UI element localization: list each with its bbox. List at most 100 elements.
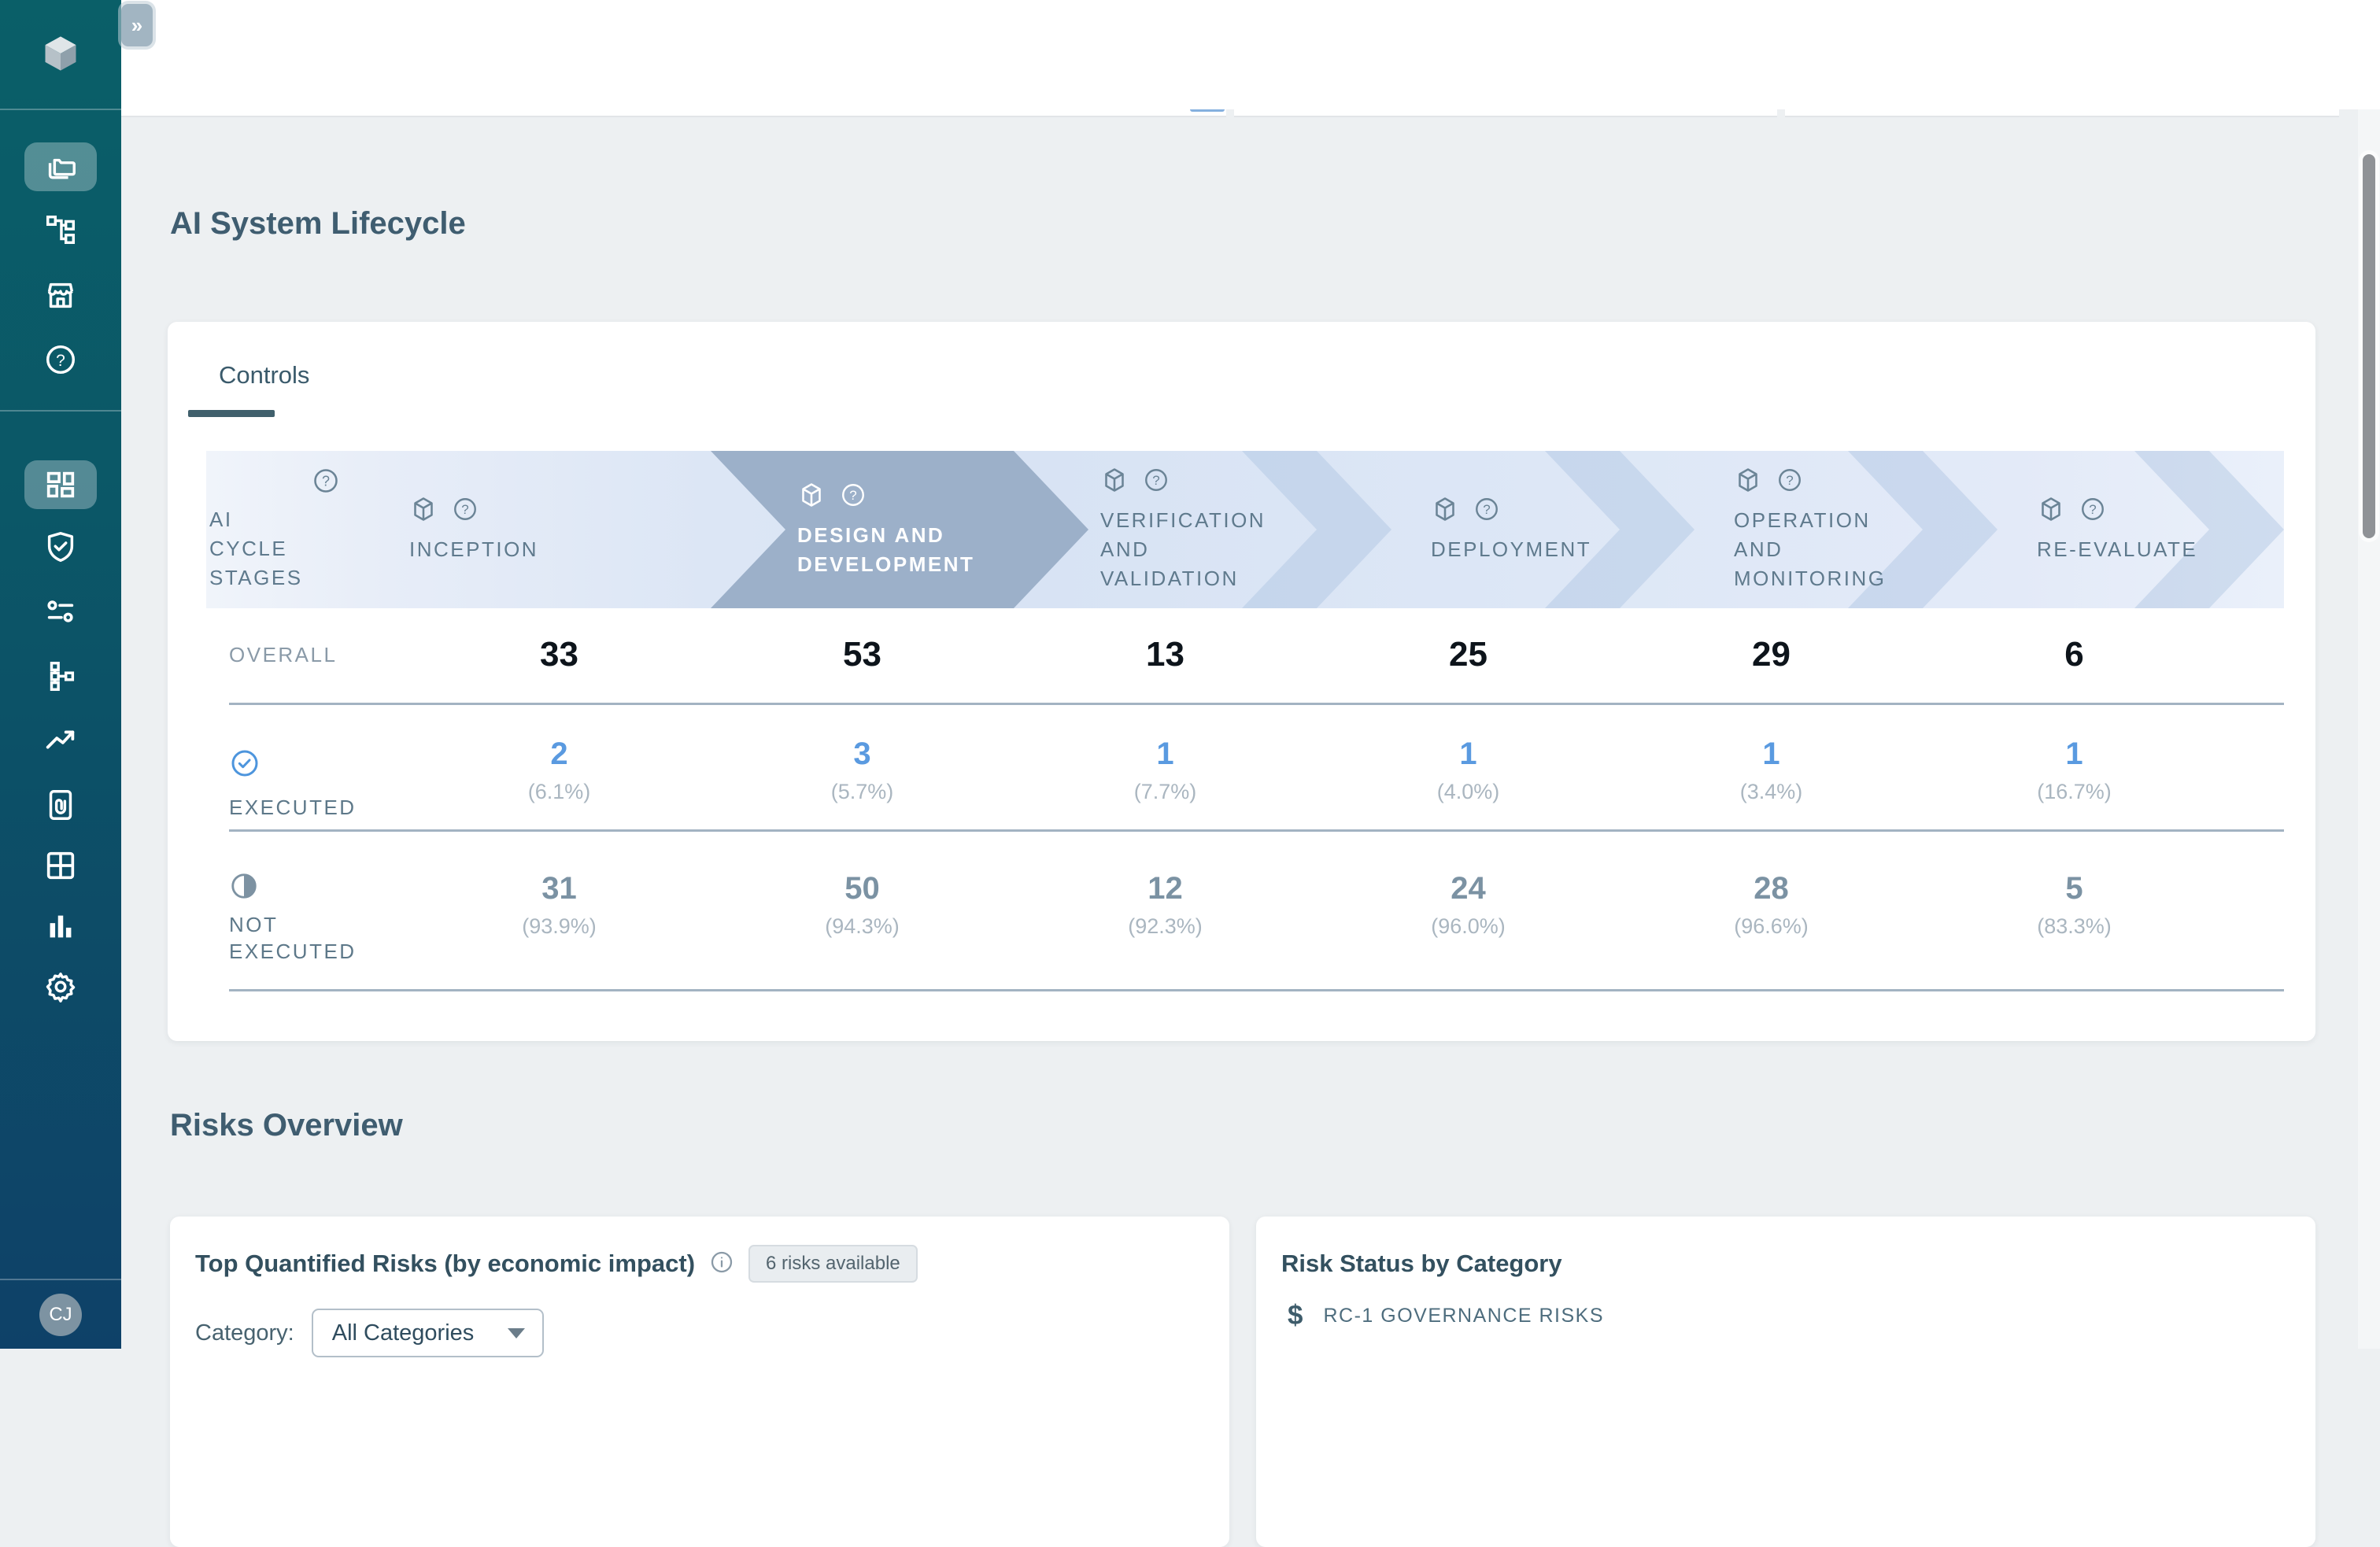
executed-pct: (6.1%) [408, 776, 711, 807]
stage-label: VERIFICATION AND VALIDATION [1100, 506, 1266, 593]
sidebar-item-documents[interactable] [24, 781, 97, 829]
folder-copy-icon [42, 149, 79, 185]
stage-label: DEPLOYMENT [1431, 535, 1591, 564]
category-select-value: All Categories [332, 1320, 475, 1346]
flow-tree-icon [42, 658, 79, 694]
sidebar-item-parameters[interactable] [24, 587, 97, 636]
not-executed-value: 50 [711, 869, 1014, 907]
dashboard-icon [42, 467, 79, 503]
help-icon[interactable]: ? [840, 482, 867, 512]
card-title: Risk Status by Category [1281, 1250, 1562, 1278]
not-executed-pct: (96.6%) [1620, 910, 1923, 942]
chevron-down-icon [508, 1328, 525, 1338]
card-title: Top Quantified Risks (by economic impact… [195, 1250, 695, 1278]
shield-check-icon [42, 529, 79, 565]
storefront-icon [42, 277, 79, 313]
sidebar-item-dashboard[interactable] [24, 460, 97, 509]
risk-category-item[interactable]: $ RC-1 GOVERNANCE RISKS [1288, 1300, 1604, 1331]
sidebar-item-reports[interactable] [24, 902, 97, 951]
svg-text:?: ? [322, 474, 330, 489]
stage-inception: ? INCEPTION [408, 451, 711, 608]
table-row-not-executed: NOT EXECUTED 31(93.9%) 50(94.3%) 12(92.3… [206, 863, 2284, 965]
sidebar-divider [0, 410, 121, 412]
stage-column-header: ? AI CYCLE STAGES [206, 451, 408, 608]
sidebar-item-settings[interactable] [24, 962, 97, 1011]
row-label-not-executed: NOT EXECUTED [229, 911, 408, 965]
overall-value: 53 [711, 635, 1014, 674]
svg-text:?: ? [849, 488, 856, 503]
risk-status-by-category-card: Risk Status by Category $ RC-1 GOVERNANC… [1256, 1217, 2315, 1547]
help-icon[interactable]: ? [312, 467, 408, 499]
trending-up-icon [42, 722, 79, 759]
scrolled-card-bottom [1785, 109, 2339, 117]
sidebar-item-help[interactable]: ? [24, 335, 97, 384]
table-row-overall: OVERALL 33 53 13 25 29 6 [206, 632, 2284, 678]
overall-value: 25 [1317, 635, 1620, 674]
sidebar-divider [0, 1279, 121, 1280]
header [121, 0, 2380, 109]
executed-pct: (4.0%) [1317, 776, 1620, 807]
row-divider [229, 703, 2284, 705]
info-icon[interactable] [709, 1250, 734, 1279]
sidebar-item-pipeline[interactable] [24, 652, 97, 700]
sidebar-divider [0, 109, 121, 110]
row-divider [229, 829, 2284, 832]
help-icon[interactable]: ? [2079, 496, 2106, 526]
cube-icon [1100, 466, 1129, 498]
avatar[interactable]: CJ [39, 1294, 82, 1336]
scrolled-card-bottom [121, 109, 1226, 117]
sidebar-item-compliance[interactable] [24, 522, 97, 571]
bar-chart-icon [42, 908, 79, 944]
scrolled-card-bottom [1234, 109, 1777, 117]
scrollbar-track[interactable] [2358, 109, 2380, 1349]
stage-label: RE-EVALUATE [2037, 535, 2197, 564]
not-executed-value: 31 [408, 869, 711, 907]
sidebar-item-performance[interactable] [24, 716, 97, 765]
sidebar-item-workflow[interactable] [24, 205, 97, 254]
chevrons-right-icon: » [131, 13, 142, 38]
executed-value: 1 [1620, 735, 1923, 773]
document-paperclip-icon [42, 787, 79, 823]
svg-text:?: ? [461, 502, 468, 517]
executed-pct: (3.4%) [1620, 776, 1923, 807]
help-icon[interactable]: ? [1143, 467, 1170, 497]
stage-label: INCEPTION [409, 535, 538, 564]
cube-icon [1734, 466, 1762, 498]
help-icon[interactable]: ? [1473, 496, 1500, 526]
not-executed-pct: (93.9%) [408, 910, 711, 942]
sidebar-item-data-table[interactable] [24, 841, 97, 890]
not-executed-pct: (92.3%) [1014, 910, 1317, 942]
overall-value: 13 [1014, 635, 1317, 674]
section-heading-lifecycle: AI System Lifecycle [170, 206, 466, 242]
tab-active-underline [188, 410, 275, 417]
stage-label: DESIGN AND DEVELOPMENT [797, 521, 974, 579]
help-circle-icon: ? [42, 342, 79, 378]
not-executed-pct: (83.3%) [1923, 910, 2226, 942]
top-quantified-risks-card: Top Quantified Risks (by economic impact… [170, 1217, 1229, 1547]
stage-column-header-label: AI CYCLE STAGES [209, 505, 408, 593]
sidebar-collapse-button[interactable]: » [121, 4, 153, 46]
help-icon[interactable]: ? [452, 496, 479, 526]
svg-text:?: ? [56, 352, 65, 370]
table-grid-icon [42, 847, 79, 884]
contrast-circle-icon [229, 871, 408, 905]
scrollbar-thumb[interactable] [2363, 154, 2375, 538]
overall-value: 6 [1923, 635, 2226, 674]
row-divider [229, 989, 2284, 991]
not-executed-pct: (94.3%) [711, 910, 1014, 942]
category-select[interactable]: All Categories [312, 1309, 544, 1357]
lifecycle-card: Controls ? AI CYCLE STAGES [168, 322, 2315, 1041]
dollar-icon: $ [1288, 1300, 1303, 1331]
not-executed-value: 12 [1014, 869, 1317, 907]
stage-label: OPERATION AND MONITORING [1734, 506, 1887, 593]
sidebar-item-marketplace[interactable] [24, 271, 97, 319]
lifecycle-stage-band: ? AI CYCLE STAGES ? INCEPTION [206, 451, 2284, 608]
sidebar-item-projects[interactable] [24, 142, 97, 191]
tab-controls[interactable]: Controls [219, 361, 309, 390]
section-heading-risks: Risks Overview [170, 1108, 403, 1143]
node-graph-icon [42, 212, 79, 248]
help-icon[interactable]: ? [1776, 467, 1803, 497]
risk-category-label: RC-1 GOVERNANCE RISKS [1323, 1305, 1604, 1327]
not-executed-value: 28 [1620, 869, 1923, 907]
overall-value: 33 [408, 635, 711, 674]
